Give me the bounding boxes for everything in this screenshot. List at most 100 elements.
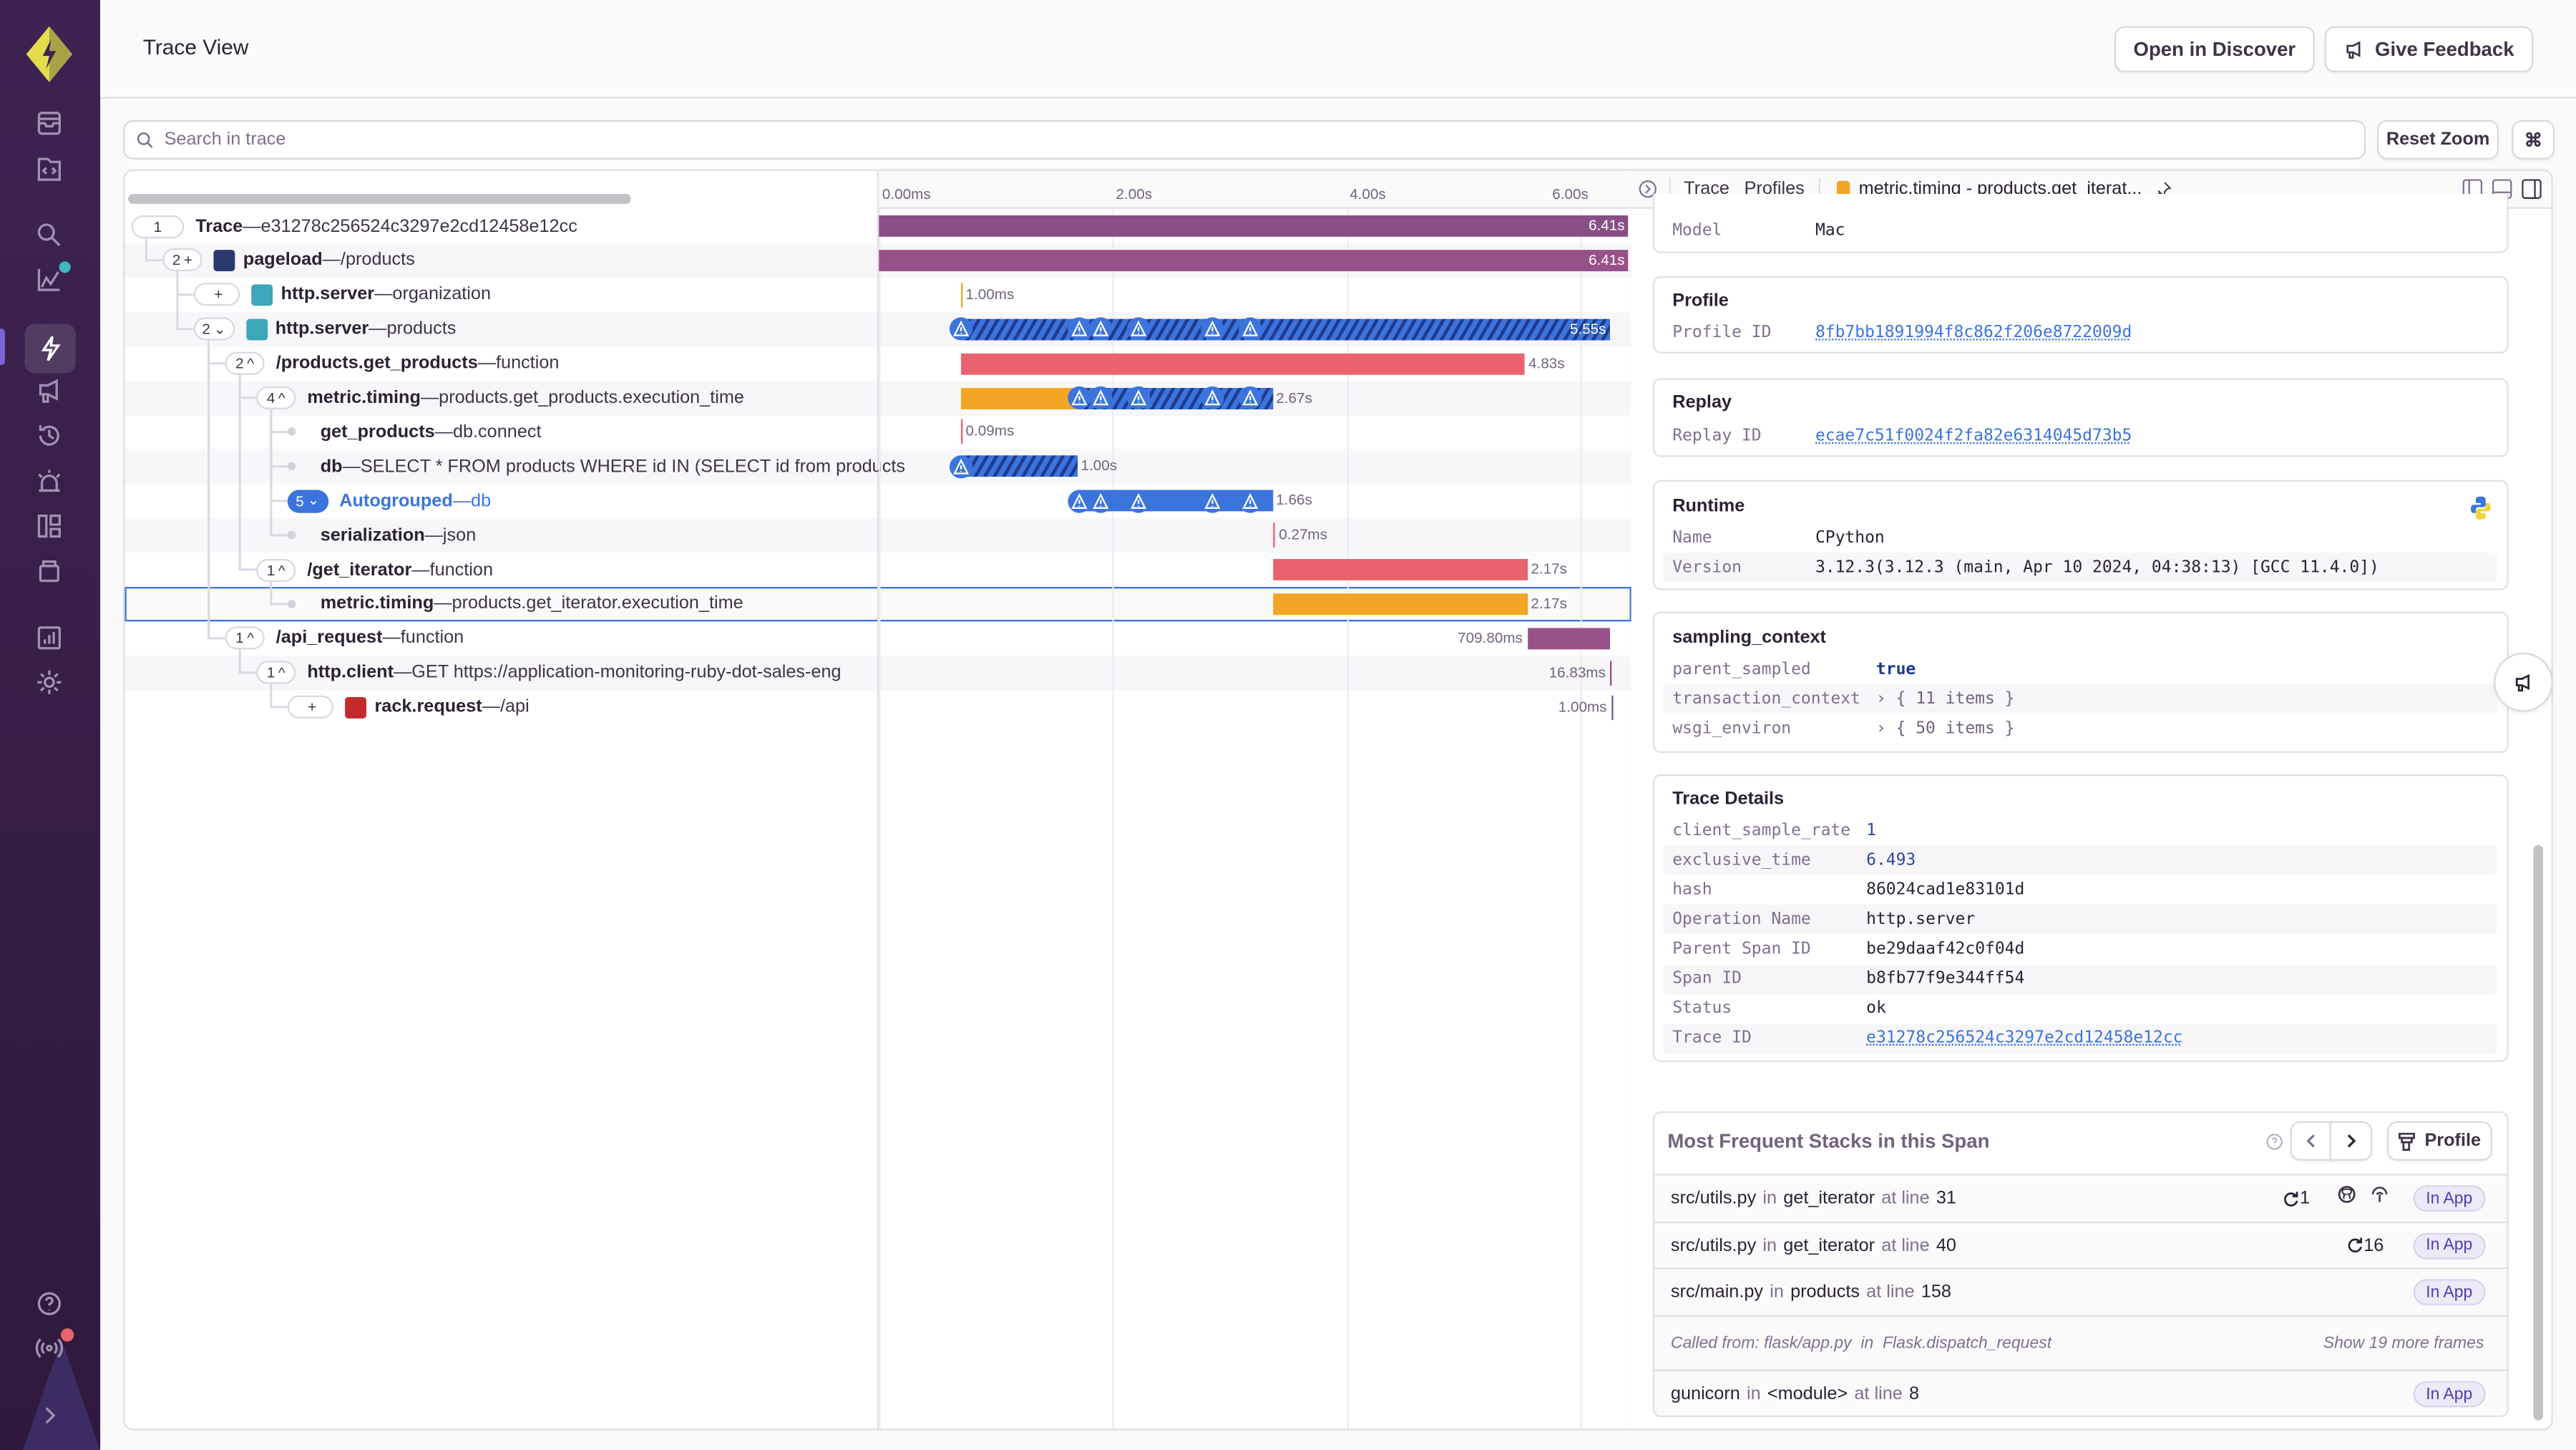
span-bar[interactable] [960, 352, 1526, 374]
children-count-toggle[interactable]: + [287, 695, 334, 719]
performance-issue-icon[interactable] [1239, 317, 1262, 341]
span-bar[interactable] [1274, 559, 1528, 580]
span-bar[interactable] [960, 282, 962, 308]
kv-row[interactable]: transaction_context › { 11 items } [1662, 683, 2497, 714]
stack-frame-row[interactable]: src/utils.py in get_iterator at line 31 In Ap… [1654, 1174, 2507, 1222]
span-bar[interactable] [1611, 694, 1614, 720]
stack-frame-row[interactable]: src/utils.py in get_iterator at line 40 In Ap… [1654, 1220, 2507, 1269]
chart-line-icon[interactable] [29, 260, 71, 299]
siren-icon[interactable] [29, 462, 69, 501]
history-icon[interactable] [29, 416, 69, 455]
called-from-row[interactable]: Called from: flask/app.py in Flask.dispa… [1654, 1315, 2507, 1371]
archive-icon[interactable] [29, 551, 69, 590]
children-count-toggle[interactable]: 2 ⌄ [193, 317, 235, 341]
performance-issue-icon[interactable] [1089, 489, 1113, 512]
span-node[interactable]: 4 ^ metric.timing — products.get_products.… [256, 381, 744, 415]
performance-issue-icon[interactable] [1126, 386, 1150, 409]
drawer-scrollbar[interactable] [2533, 845, 2544, 1421]
span-bar[interactable] [960, 318, 1610, 340]
reset-zoom-button[interactable]: Reset Zoom [2377, 120, 2499, 160]
span-bar[interactable] [879, 215, 1629, 237]
children-count-toggle[interactable]: 1 [131, 214, 185, 238]
next-stack-button[interactable] [2329, 1121, 2373, 1161]
children-count-toggle[interactable]: 5 ⌄ [287, 489, 328, 512]
gear-icon[interactable] [29, 663, 69, 702]
span-node[interactable]: get_products — db.connect [287, 415, 542, 449]
search-icon[interactable] [29, 215, 69, 255]
performance-issue-icon[interactable] [1201, 489, 1225, 512]
span-node[interactable]: 2 ⌄ http.server — products [193, 312, 456, 346]
children-count-toggle[interactable]: + [193, 283, 240, 306]
layout-right-icon[interactable] [2522, 179, 2542, 199]
span-node[interactable]: 2 ^ /products.get_products — function [225, 346, 559, 381]
kv-value[interactable]: e31278c256524c3297e2cd12458e12cc [1866, 1029, 2182, 1047]
search-field[interactable] [123, 120, 2366, 160]
help-icon[interactable] [2265, 1133, 2283, 1151]
span-node[interactable]: db — SELECT * FROM products WHERE id IN … [287, 449, 905, 484]
span-bar[interactable] [960, 419, 962, 445]
performance-issue-icon[interactable] [1067, 489, 1091, 512]
span-bar[interactable] [879, 249, 1629, 271]
lightning-icon[interactable] [24, 323, 76, 374]
help-icon[interactable] [29, 1284, 69, 1323]
performance-issue-icon[interactable] [1201, 386, 1225, 409]
broadcast-icon[interactable] [29, 1328, 74, 1368]
children-count-toggle[interactable]: 2 ^ [225, 351, 265, 375]
performance-issue-icon[interactable] [1201, 317, 1225, 341]
kv-value[interactable]: › { 50 items } [1876, 719, 2015, 737]
kv-value[interactable]: › { 11 items } [1876, 690, 2015, 708]
span-node[interactable]: 5 ⌄ Autogrouped — db [287, 484, 491, 518]
children-count-toggle[interactable]: 1 ^ [225, 626, 265, 651]
span-node[interactable]: 2 + pageload — /products [162, 243, 415, 278]
bar-chart-icon[interactable] [29, 618, 69, 658]
span-bar[interactable] [1610, 660, 1613, 686]
chevron-right-icon[interactable] [29, 1396, 69, 1435]
performance-issue-icon[interactable] [1126, 317, 1150, 341]
search-input[interactable] [160, 128, 2364, 152]
span-node[interactable]: serialization — json [287, 518, 476, 553]
github-icon[interactable] [2338, 1185, 2356, 1208]
performance-issue-icon[interactable] [1067, 386, 1091, 409]
children-count-toggle[interactable]: 2 + [162, 248, 203, 272]
span-bar[interactable] [1274, 593, 1528, 615]
shortcuts-button[interactable]: ⌘ [2512, 120, 2555, 160]
stack-frame-row[interactable]: gunicorn in <module> at line 8 In App [1654, 1369, 2507, 1416]
replay-id-link[interactable]: ecae7c51f0024f2fa82e6314045d73b5 [1815, 427, 2132, 444]
profile-id-link[interactable]: 8fb7bb1891994f8c862f206e8722009d [1815, 323, 2132, 341]
performance-issue-icon[interactable] [1067, 317, 1091, 341]
span-node[interactable]: 1 Trace — e31278c256524c3297e2cd12458e12c… [131, 209, 577, 243]
open-in-discover-button[interactable]: Open in Discover [2114, 26, 2315, 73]
performance-issue-icon[interactable] [1239, 386, 1262, 409]
performance-issue-icon[interactable] [1089, 386, 1113, 409]
span-node[interactable]: + rack.request — /api [287, 690, 530, 724]
performance-issue-icon[interactable] [1239, 489, 1262, 512]
performance-issue-icon[interactable] [949, 454, 972, 478]
children-count-toggle[interactable]: 4 ^ [256, 386, 296, 409]
code-folder-icon[interactable] [29, 150, 69, 189]
children-count-toggle[interactable]: 1 ^ [256, 558, 296, 582]
codecov-icon[interactable] [2371, 1185, 2389, 1208]
inbox-icon[interactable] [29, 104, 69, 143]
span-bar[interactable] [1527, 628, 1611, 649]
sentry-logo-icon[interactable] [26, 26, 73, 82]
kv-row[interactable]: wsgi_environ › { 50 items } [1662, 714, 2497, 743]
span-node[interactable]: 1 ^ /api_request — function [225, 621, 464, 656]
span-node[interactable]: + http.server — organization [193, 278, 491, 312]
show-more-frames-link[interactable]: Show 19 more frames [2323, 1335, 2484, 1353]
span-bar[interactable] [960, 455, 1078, 477]
performance-issue-icon[interactable] [1089, 317, 1113, 341]
span-node[interactable]: 1 ^ /get_iterator — function [256, 553, 493, 587]
megaphone-icon[interactable] [29, 371, 69, 411]
feedback-fab-button[interactable] [2494, 652, 2553, 712]
give-feedback-button[interactable]: Give Feedback [2324, 26, 2534, 73]
children-count-toggle[interactable]: 1 ^ [256, 661, 296, 685]
profile-button[interactable]: Profile [2386, 1121, 2492, 1161]
previous-stack-button[interactable] [2290, 1121, 2333, 1161]
span-bar[interactable] [1274, 522, 1276, 548]
performance-issue-icon[interactable] [949, 317, 972, 341]
tree-horizontal-scrollbar[interactable] [128, 194, 631, 204]
dashboard-icon[interactable] [29, 507, 69, 546]
span-node[interactable]: metric.timing — products.get_iterator.ex… [287, 587, 743, 621]
stack-frame-row[interactable]: src/main.py in products at line 158 In App [1654, 1267, 2507, 1316]
performance-issue-icon[interactable] [1126, 489, 1150, 512]
